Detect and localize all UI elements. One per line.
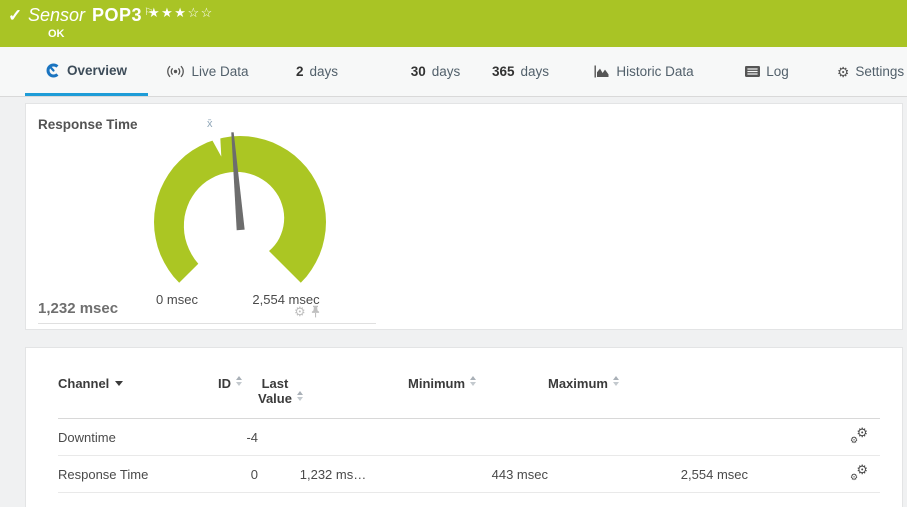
channels-table: Channel ID Last Value Minimum Maximum Do… [58,374,880,493]
tab-bar: Overview Live Data 2 days 30 days 365 da… [0,47,907,97]
sort-desc-icon [115,381,123,386]
tab-label: days [309,64,338,79]
tab-number: 365 [492,64,515,79]
cell-minimum: 443 msec [408,456,548,493]
tab-number: 30 [411,64,426,79]
cell-id: -4 [218,419,258,456]
response-time-panel: Response Time x̄ 0 msec 2,554 msec 1,232… [25,103,903,330]
priority-stars[interactable]: ★★★☆☆ [148,5,214,21]
log-icon [745,66,760,77]
column-header-maximum[interactable]: Maximum [548,374,748,419]
sensor-header: ✓ SensorPOP3⚐ ★★★☆☆ OK [0,0,907,47]
sensor-name: POP3 [92,5,142,25]
page-title: SensorPOP3⚐ [28,5,153,26]
settings-gear-icon: ⚙ [837,65,850,79]
sort-icon [470,376,476,386]
cell-maximum [548,419,748,456]
gauge-settings-gear-icon[interactable]: ⚙ [294,305,306,318]
tab-historic-data[interactable]: Historic Data [585,47,703,96]
cell-channel: Response Time [58,456,218,493]
sensor-type-label: Sensor [28,5,85,25]
cell-last-value: 1,232 ms… [258,456,408,493]
live-data-icon [166,65,185,78]
channels-panel: Channel ID Last Value Minimum Maximum Do… [25,347,903,507]
column-header-actions [748,374,880,419]
gauge-footer-icons: ⚙ [294,305,321,318]
divider [38,323,376,324]
tab-label: days [432,64,461,79]
stars-filled: ★★★ [148,5,187,20]
tab-label: Overview [67,63,127,78]
table-row[interactable]: Downtime -4 ⚙⚙ [58,419,880,456]
sort-icon [236,376,242,386]
cell-maximum: 2,554 msec [548,456,748,493]
gauge-scale-min: 0 msec [142,292,212,307]
cell-id: 0 [218,456,258,493]
cell-channel: Downtime [58,419,218,456]
gauge-icon [46,63,61,78]
sort-icon [613,376,619,386]
channel-settings-icon[interactable]: ⚙⚙ [850,427,868,444]
cell-last-value [258,419,408,456]
gauge-mean-marker: x̄ [207,118,213,130]
table-row[interactable]: Response Time 0 1,232 ms… 443 msec 2,554… [58,456,880,493]
tab-30-days[interactable]: 30 days [398,47,473,96]
status-check-icon: ✓ [8,6,22,26]
status-badge: OK [48,28,65,40]
pin-icon[interactable] [310,305,321,318]
tab-label: Historic Data [616,64,693,79]
stars-empty: ☆☆ [187,5,213,20]
cell-minimum [408,419,548,456]
tab-label: days [521,64,550,79]
tab-label: Live Data [191,64,248,79]
column-header-id[interactable]: ID [218,374,258,419]
tab-number: 2 [296,64,304,79]
tab-label: Settings [855,64,904,79]
tab-2-days[interactable]: 2 days [282,47,352,96]
tab-365-days[interactable]: 365 days [478,47,563,96]
column-header-last-value[interactable]: Last Value [258,374,408,419]
tab-overview[interactable]: Overview [25,47,148,96]
historic-chart-icon [594,65,610,78]
tab-live-data[interactable]: Live Data [160,47,255,96]
tab-label: Log [766,64,789,79]
column-header-channel[interactable]: Channel [58,374,218,419]
sort-icon [297,391,303,401]
tab-log[interactable]: Log [733,47,801,96]
tab-settings[interactable]: ⚙ Settings [823,47,907,96]
gauge-current-value: 1,232 msec [38,300,118,317]
table-header-row: Channel ID Last Value Minimum Maximum [58,374,880,419]
column-header-minimum[interactable]: Minimum [408,374,548,419]
channel-settings-icon[interactable]: ⚙⚙ [850,464,868,481]
